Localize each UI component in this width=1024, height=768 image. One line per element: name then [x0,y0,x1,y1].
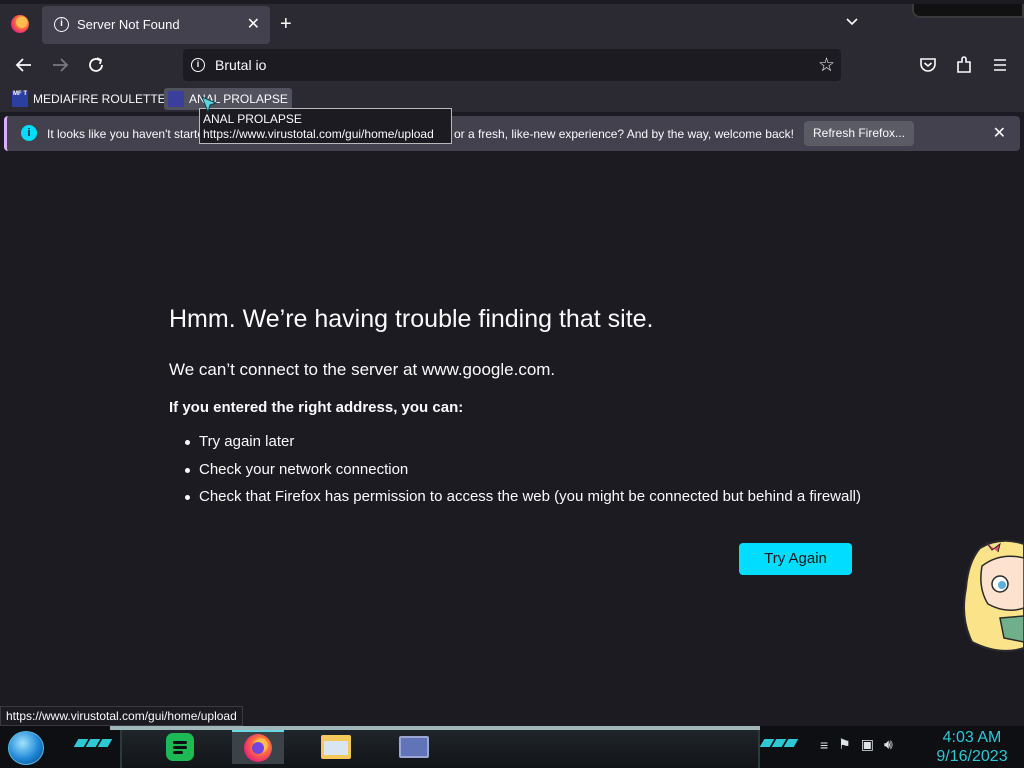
url-bar[interactable]: i Brutal io ☆ [183,49,841,81]
info-icon: i [21,125,37,141]
url-text[interactable]: Brutal io [215,57,266,73]
navigation-toolbar: i Brutal io ☆ [0,44,1024,86]
system-clock[interactable]: 4:03 AM 9/16/2023 [930,728,1014,766]
bookmark-star-icon[interactable]: ☆ [818,54,835,77]
back-icon[interactable] [13,54,35,76]
status-link-url: https://www.virustotal.com/gui/home/uplo… [0,706,243,726]
spotify-icon [166,733,194,761]
error-title: Hmm. We’re having trouble finding that s… [169,305,654,333]
start-button[interactable] [8,731,44,765]
bookmark-favicon [168,91,184,107]
window-icon [399,736,429,758]
close-notification-icon[interactable]: ✕ [993,123,1006,143]
suggestion-list: Try again later Check your network conne… [185,433,861,516]
refresh-firefox-button[interactable]: Refresh Firefox... [804,121,914,146]
clock-date: 9/16/2023 [936,748,1008,765]
network-icon[interactable]: ▣ [861,736,874,753]
bookmark-tooltip: ANAL PROLAPSE https://www.virustotal.com… [199,108,452,144]
suggestion-item: Check that Firefox has permission to acc… [185,488,861,516]
tab-strip: i Server Not Found ✕ + [0,0,1024,44]
bookmarks-toolbar: MF T MEDIAFIRE ROULETTER ANAL PROLAPSE [0,86,1024,112]
action-center-flag-icon[interactable]: ⚑ [838,736,851,753]
bookmark-mediafire-rouletter[interactable]: MF T MEDIAFIRE ROULETTER [8,88,178,110]
taskbar-file-explorer[interactable] [310,730,362,764]
file-explorer-icon [321,735,351,759]
cursor-icon [200,95,220,115]
reload-icon[interactable] [85,54,107,76]
firefox-icon [244,734,272,762]
tab-server-not-found[interactable]: i Server Not Found ✕ [42,6,270,44]
suggestion-item: Try again later [185,433,861,461]
taskbar-decoration [759,739,799,747]
extensions-icon[interactable] [953,54,975,76]
refresh-firefox-notification: i It looks like you haven't starte or a … [4,116,1020,151]
taskbar: ≡ ⚑ ▣ 🔊︎ 4:03 AM 9/16/2023 [0,726,1024,768]
info-icon: i [54,17,69,32]
taskbar-firefox[interactable] [232,730,284,764]
notification-text-end: or a fresh, like-new experience? And by … [454,127,794,141]
firefox-menu-icon[interactable] [11,15,29,33]
volume-icon[interactable]: 🔊︎ [884,736,893,753]
pocket-icon[interactable] [917,54,939,76]
taskbar-spotify[interactable] [154,730,206,764]
error-lead: If you entered the right address, you ca… [169,399,464,416]
notification-text-start: It looks like you haven't starte [47,127,205,141]
chevron-down-icon[interactable] [846,16,858,28]
suggestion-item: Check your network connection [185,461,861,489]
new-tab-icon[interactable]: + [280,13,292,36]
tooltip-url: https://www.virustotal.com/gui/home/uplo… [203,127,434,141]
window-frame-decoration [912,4,1024,18]
error-page: Hmm. We’re having trouble finding that s… [0,154,1024,706]
system-tray: ≡ ⚑ ▣ 🔊︎ [820,736,893,753]
forward-icon[interactable] [49,54,71,76]
taskbar-decoration [73,739,113,747]
bookmark-label: MEDIAFIRE ROULETTER [33,92,175,106]
taskbar-app-bar [120,730,760,768]
bookmark-anal-prolapse[interactable]: ANAL PROLAPSE [164,88,292,110]
try-again-button[interactable]: Try Again [739,543,852,575]
tooltip-title: ANAL PROLAPSE [203,112,302,126]
menu-icon[interactable] [989,54,1011,76]
clock-time: 4:03 AM [942,729,1002,746]
tab-title: Server Not Found [77,17,180,32]
site-info-icon[interactable]: i [191,58,205,72]
show-hidden-icons-icon[interactable]: ≡ [820,737,828,753]
cartoon-character-sticker [960,538,1024,660]
taskbar-window[interactable] [388,730,440,764]
error-subtitle: We can’t connect to the server at www.go… [169,360,556,379]
close-tab-icon[interactable]: ✕ [247,14,260,34]
bookmark-favicon: MF T [12,91,28,107]
